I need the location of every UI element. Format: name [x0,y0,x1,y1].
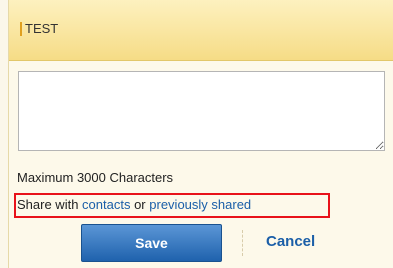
contacts-link[interactable]: contacts [82,197,130,212]
button-divider [242,230,243,256]
share-with-text: Share with contacts or previously shared [17,197,251,212]
dialog-title: TEST [25,21,59,36]
cancel-link[interactable]: Cancel [266,233,315,250]
previously-shared-link[interactable]: previously shared [149,197,251,212]
max-characters-label: Maximum 3000 Characters [17,170,174,185]
share-middle: or [130,197,150,212]
share-dialog: TEST Maximum 3000 Characters Share with … [8,0,393,268]
dialog-header: TEST [9,0,393,61]
title-marker [20,22,22,36]
save-button[interactable]: Save [81,224,222,262]
comment-textarea[interactable] [18,71,385,151]
share-prefix: Share with [17,197,83,212]
